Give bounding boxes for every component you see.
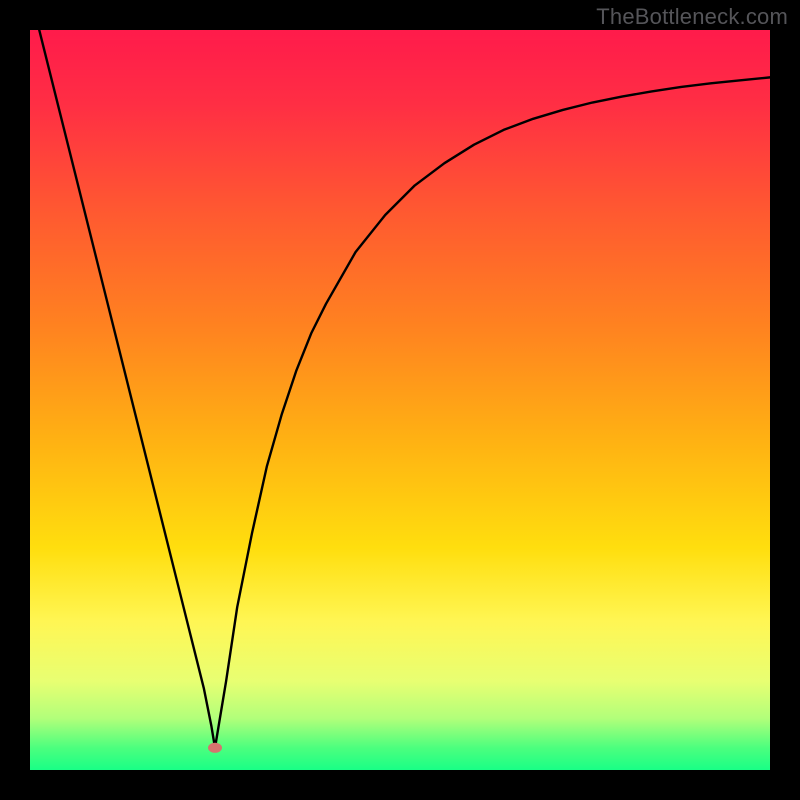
watermark-text: TheBottleneck.com [596,4,788,30]
plot-area [30,30,770,770]
chart-frame: TheBottleneck.com [0,0,800,800]
bottleneck-chart [30,30,770,770]
gradient-background [30,30,770,770]
minimum-marker [208,743,222,753]
